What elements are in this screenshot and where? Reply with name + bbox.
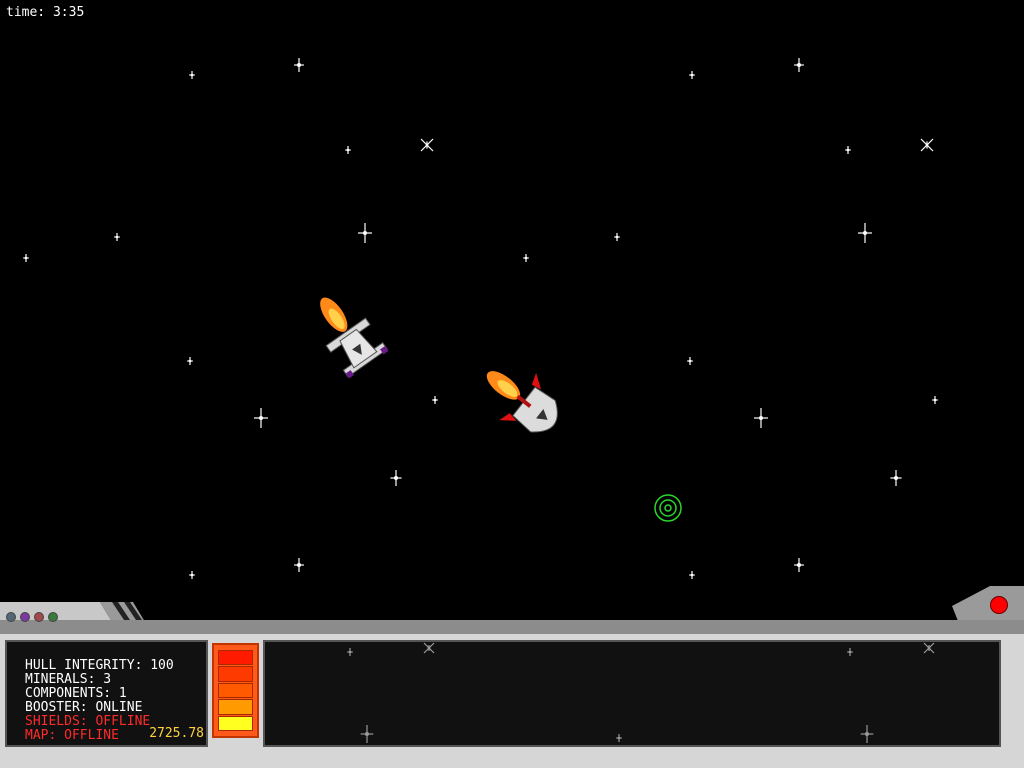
fuel-gauge-segment (218, 715, 253, 732)
booster-readout: BOOSTER: ONLINE (25, 700, 143, 715)
star-icon (347, 648, 353, 656)
indicator-light-icon (34, 612, 44, 622)
scanner-starfield (347, 642, 935, 743)
status-panel: HULL INTEGRITY: 100 MINERALS: 3 COMPONEN… (5, 640, 208, 747)
star-icon (423, 642, 435, 654)
fuel-gauge (212, 643, 259, 738)
hull-integrity-readout: HULL INTEGRITY: 100 (25, 658, 174, 673)
components-readout: COMPONENTS: 1 (25, 686, 127, 701)
indicator-light-icon (20, 612, 30, 622)
star-icon (923, 642, 935, 654)
star-icon (360, 725, 374, 743)
star-icon (860, 725, 874, 743)
indicator-light-icon (6, 612, 16, 622)
fuel-gauge-segment (218, 650, 253, 666)
star-icon (616, 734, 622, 742)
game-timer: time: 3:35 (6, 5, 85, 20)
alarm-light-icon (990, 596, 1008, 614)
scanner-panel (263, 640, 1001, 747)
fuel-gauge-segment (218, 682, 253, 699)
fuel-gauge-segment (218, 699, 253, 715)
credits-readout: 2725.78 (149, 726, 204, 741)
star-icon (847, 648, 853, 656)
indicator-lights (6, 612, 58, 622)
fuel-gauge-segment (218, 666, 253, 682)
indicator-light-icon (48, 612, 58, 622)
minerals-readout: MINERALS: 3 (25, 672, 112, 687)
